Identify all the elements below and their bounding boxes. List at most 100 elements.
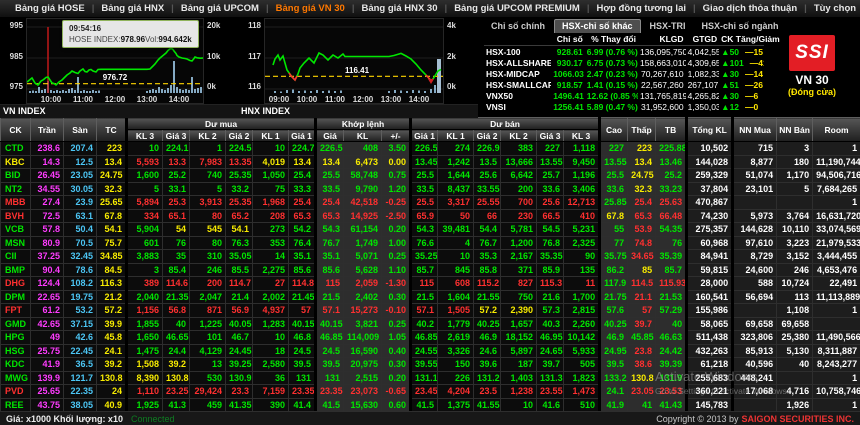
vn-y-axis-left: 995985975 <box>0 18 26 104</box>
board-col-header: NN Mua <box>733 118 777 142</box>
board-row[interactable]: DHG124.4108.2116.3389114.6200114.727114.… <box>1 277 860 291</box>
board-col-header: Room <box>813 118 860 142</box>
index-tab[interactable]: HSX-chỉ số ngành <box>695 20 786 33</box>
svg-text:12:00: 12:00 <box>353 95 374 104</box>
index-rows: HSX-100928.616.99 (0.76 %)136,095,7504,0… <box>484 46 764 113</box>
index-col-header: KLGD <box>638 33 686 46</box>
menu-item[interactable]: Bảng giá HNX 30 <box>354 3 444 14</box>
advancers-count: ▲50 <box>721 47 739 57</box>
hnx-y-axis-right: 4k2k0k <box>444 18 474 104</box>
board-row[interactable]: HPG4942.645.81,65046.6510146.71046.846.8… <box>1 331 860 345</box>
vn-chart-tooltip: 09:54:16 HOSE INDEX:978.96Vol:994.642k <box>62 20 199 48</box>
index-col-header <box>484 33 551 46</box>
unchanged-count: —41 <box>750 58 764 68</box>
board-col-header: KL 2 <box>501 130 537 142</box>
board-row[interactable]: MBB27.423.925.655,89425.33,91325.351,968… <box>1 196 860 210</box>
board-col-header: TC <box>97 118 127 142</box>
index-row[interactable]: HSX-100928.616.99 (0.76 %)136,095,7504,0… <box>484 46 764 58</box>
index-col-header: Chỉ số <box>551 33 585 46</box>
board-row[interactable]: GMD42.6537.1539.91,855401,22540.051,2834… <box>1 317 860 331</box>
board-row[interactable]: BID26.4523.0524.751,60025.274025.351,050… <box>1 169 860 183</box>
svg-text:12:00: 12:00 <box>105 95 126 104</box>
menu-item[interactable]: Bảng giá UPCOM <box>174 3 266 14</box>
board-col-header: KL 1 <box>438 130 474 142</box>
index-col-header: % Thay đổi <box>585 33 638 46</box>
svg-text:13:00: 13:00 <box>137 95 158 104</box>
index-tab[interactable]: HSX-TRI <box>643 20 693 33</box>
index-row[interactable]: HSX-ALLSHARE930.176.75 (0.73 %)158,663,0… <box>484 57 764 68</box>
index-col-header: GTGD <box>686 33 720 46</box>
board-row[interactable]: MWG139.9121.7130.88,390130.8530130.93613… <box>1 371 860 385</box>
svg-text:10:00: 10:00 <box>41 95 62 104</box>
board-col-header: CK <box>1 118 31 142</box>
menu-item[interactable]: Bảng giá HOSE <box>8 3 92 14</box>
board-col-header: Giá 1 <box>411 130 438 142</box>
board-row[interactable]: NT234.5530.0532.3533.1533.27533.333.59,7… <box>1 182 860 196</box>
hnx-chart-title: HNX INDEX <box>238 104 478 118</box>
board-row[interactable]: DPM22.6519.7521.22,04021.352,04721.42,00… <box>1 290 860 304</box>
board-col-header: KL 3 <box>127 130 163 142</box>
board-row[interactable]: REE43.7538.0540.91,92541.345941.3539041.… <box>1 398 860 412</box>
hnx-reference-label: 116.41 <box>345 66 370 75</box>
hnx-y-axis-left: 118117116 <box>238 18 264 104</box>
advancers-count: ▲30 <box>721 91 739 101</box>
board-row[interactable]: KDC41.936.539.21,50839.21339.252,58039.5… <box>1 358 860 372</box>
board-col-header: Giá 3 <box>537 130 564 142</box>
menu-item[interactable]: Tùy chọn <box>807 3 860 14</box>
advancers-count: ▲30 <box>721 69 739 79</box>
board-row[interactable]: BMP90.478.684.5385.424685.52,27585.685.6… <box>1 263 860 277</box>
session-status: (Đóng cửa) <box>768 87 856 97</box>
board-row[interactable]: MSN80.970.575.7601768076.335376.476.71,7… <box>1 236 860 250</box>
unchanged-count: —15 <box>745 47 763 57</box>
board-row[interactable]: BVH72.563.167.833465.18065.220865.365.31… <box>1 209 860 223</box>
index-row[interactable]: HSX-SMALLCAP918.571.41 (0.15 %)22,567,26… <box>484 79 764 90</box>
board-row[interactable]: PVD25.6522.35241,11023.2529,42423.37,159… <box>1 385 860 399</box>
board-name: VN 30 <box>768 73 856 87</box>
index-tab[interactable]: HSX-chỉ số khác <box>554 19 641 33</box>
svg-text:10:00: 10:00 <box>297 95 318 104</box>
index-row[interactable]: HSX-MIDCAP1066.032.47 (0.23 %)70,267,610… <box>484 68 764 79</box>
menu-item[interactable]: Giao dịch thỏa thuận <box>696 3 804 14</box>
board-row[interactable]: CII37.2532.4534.853,8833531035.051435.13… <box>1 250 860 264</box>
board-head: CKTrầnSànTCDư muaKhớp lệnhDư bánCaoThấpT… <box>1 118 860 142</box>
board-col-header: Giá <box>316 130 344 142</box>
vn-chart-title: VN INDEX <box>0 104 238 118</box>
board-row[interactable]: KBC14.312.513.45,59313.37,98313.354,0191… <box>1 155 860 169</box>
index-tab[interactable]: Chỉ số chính <box>484 20 552 33</box>
menu-item[interactable]: Bảng giá UPCOM PREMIUM <box>447 3 587 14</box>
board-col-header: Sàn <box>64 118 97 142</box>
svg-text:11:00: 11:00 <box>73 95 94 104</box>
broker-branding: SSI VN 30 (Đóng cửa) <box>768 35 856 97</box>
index-col-header: CK Tăng/Giảm <box>719 33 764 46</box>
svg-text:14:00: 14:00 <box>409 95 430 104</box>
board-col-header: Khớp lệnh <box>316 118 411 130</box>
menu-bar: Bảng giá HOSE|Bảng giá HNX|Bảng giá UPCO… <box>0 0 860 18</box>
trading-board-app: Bảng giá HOSE|Bảng giá HNX|Bảng giá UPCO… <box>0 0 860 425</box>
svg-text:14:00: 14:00 <box>169 95 190 104</box>
board-col-header: KL 3 <box>564 130 600 142</box>
board-row[interactable]: VCB57.850.454.15,9045454554.127354.254.3… <box>1 223 860 237</box>
svg-text:13:00: 13:00 <box>381 95 402 104</box>
board-col-header: Dư mua <box>127 118 316 130</box>
board-row[interactable]: HSG25.7522.4524.11,47524.44,12924.451824… <box>1 344 860 358</box>
unchanged-count: —6 <box>745 91 758 101</box>
index-summary-panel: Chỉ số chínhHSX-chỉ số khácHSX-TRIHSX-ch… <box>478 18 860 117</box>
index-row[interactable]: VNX501496.4112.62 (0.85 %)131,765,8194,2… <box>484 90 764 101</box>
index-row[interactable]: VNSI1256.415.89 (0.47 %)31,952,6001,350,… <box>484 101 764 112</box>
board-row[interactable]: FPT61.253.257.21,15656.887156.94,9375757… <box>1 304 860 318</box>
unchanged-count: —14 <box>745 69 763 79</box>
menu-item[interactable]: Hợp đồng tương lai <box>589 3 693 14</box>
status-bar: Giá: x1000 Khối lượng: x10 Connected Cop… <box>0 411 860 425</box>
menu-item[interactable]: Bảng giá HNX <box>94 3 171 14</box>
board-col-header: Thấp <box>628 118 656 142</box>
board-col-header: Giá 3 <box>163 130 190 142</box>
board-col-header: Giá 2 <box>474 130 501 142</box>
unchanged-count: —0 <box>745 102 758 112</box>
board-row[interactable]: CTD238.6207.422310224.11224.510224.7226.… <box>1 142 860 156</box>
board-col-header: NN Bán <box>777 118 813 142</box>
connection-status: Connected <box>131 414 175 424</box>
board-col-header: +/- <box>382 130 411 142</box>
index-table: Chỉ số % Thay đổi KLGD GTGD CK Tăng/Giảm… <box>484 33 764 112</box>
menu-item[interactable]: Bảng giá VN 30 <box>269 3 352 14</box>
hnx-chart-plot: 116.41 09:00 10:00 11:00 12:00 13:00 14:… <box>264 18 444 104</box>
